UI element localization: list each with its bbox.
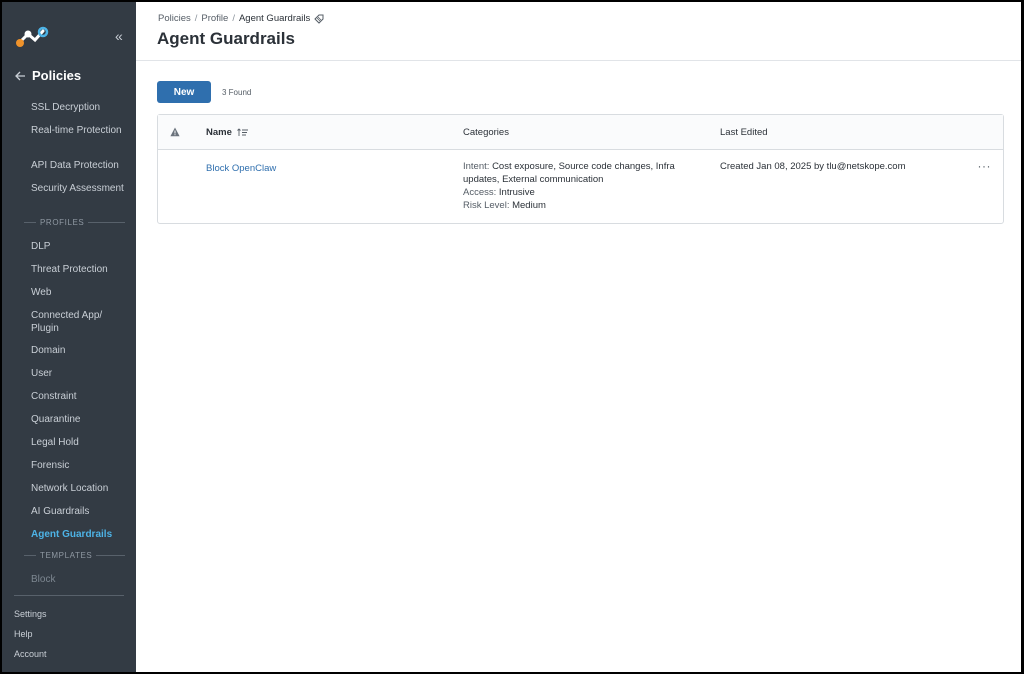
sidebar-account[interactable]: Account <box>14 649 47 659</box>
sidebar-item-connected-app-plugin[interactable]: Connected App/ Plugin <box>31 310 131 335</box>
sidebar-title: Policies <box>32 68 82 83</box>
new-button[interactable]: New <box>157 81 211 103</box>
templates-section-heading: TEMPLATES <box>24 551 125 560</box>
main-content: Policies / Profile / Agent Guardrails Ag… <box>136 2 1021 672</box>
netskope-logo[interactable] <box>15 26 49 48</box>
sidebar-item-block-template[interactable]: Block <box>31 574 131 587</box>
sidebar: « Policies SSL Decryption Real-time Prot… <box>2 2 136 672</box>
page-header: Policies / Profile / Agent Guardrails Ag… <box>136 2 1021 61</box>
table-header: Name Categories Last Edited <box>158 115 1003 150</box>
sidebar-item-agent-guardrails[interactable]: Agent Guardrails <box>31 529 131 542</box>
breadcrumb-current: Agent Guardrails <box>238 13 311 24</box>
sort-icon[interactable] <box>236 128 249 137</box>
column-name-header[interactable]: Name <box>206 127 249 138</box>
categories-cell: Intent: Cost exposure, Source code chang… <box>463 160 688 212</box>
column-last-edited-header: Last Edited <box>720 127 768 138</box>
collapse-sidebar-icon[interactable]: « <box>115 29 123 43</box>
tag-icon[interactable] <box>314 14 324 24</box>
arrow-left-icon <box>15 71 25 80</box>
app-window: « Policies SSL Decryption Real-time Prot… <box>2 2 1021 672</box>
breadcrumb-profile[interactable]: Profile <box>201 13 228 24</box>
sidebar-item-legal-hold[interactable]: Legal Hold <box>31 437 131 450</box>
column-categories-header: Categories <box>463 127 509 138</box>
warning-icon <box>170 127 180 137</box>
profiles-section-heading: PROFILES <box>24 218 125 227</box>
sidebar-item-ssl-decryption[interactable]: SSL Decryption <box>31 102 131 115</box>
policy-name-link[interactable]: Block OpenClaw <box>206 162 276 175</box>
risk-line: Risk Level: Medium <box>463 200 546 211</box>
access-line: Access: Intrusive <box>463 187 535 198</box>
sidebar-item-security-assessment[interactable]: Security Assessment <box>31 183 131 196</box>
results-count: 3 Found <box>222 88 252 97</box>
sidebar-item-quarantine[interactable]: Quarantine <box>31 414 131 427</box>
breadcrumb-policies[interactable]: Policies <box>158 13 191 24</box>
sidebar-item-constraint[interactable]: Constraint <box>31 391 131 404</box>
sidebar-help[interactable]: Help <box>14 629 33 639</box>
sidebar-item-user[interactable]: User <box>31 368 131 381</box>
sidebar-item-network-location[interactable]: Network Location <box>31 483 131 496</box>
breadcrumb: Policies / Profile / Agent Guardrails <box>158 13 324 24</box>
last-edited-cell: Created Jan 08, 2025 by tlu@netskope.com <box>720 161 906 172</box>
sidebar-item-ai-guardrails[interactable]: AI Guardrails <box>31 506 131 519</box>
sidebar-settings[interactable]: Settings <box>14 609 47 619</box>
sidebar-item-api-data-protection[interactable]: API Data Protection <box>31 160 131 173</box>
more-options-icon[interactable]: ··· <box>978 159 992 173</box>
sidebar-item-forensic[interactable]: Forensic <box>31 460 131 473</box>
sidebar-item-web[interactable]: Web <box>31 287 131 300</box>
sidebar-item-real-time-protection[interactable]: Real-time Protection <box>31 125 131 138</box>
page-title: Agent Guardrails <box>157 29 295 48</box>
sidebar-divider <box>14 595 124 596</box>
sidebar-item-threat-protection[interactable]: Threat Protection <box>31 264 131 277</box>
table-row: Block OpenClaw Intent: Cost exposure, So… <box>158 150 1003 223</box>
guardrails-table: Name Categories Last Edited Block OpenCl… <box>157 114 1004 224</box>
sidebar-item-domain[interactable]: Domain <box>31 345 131 358</box>
intent-line: Intent: Cost exposure, Source code chang… <box>463 161 675 185</box>
sidebar-item-dlp[interactable]: DLP <box>31 241 131 254</box>
back-to-policies[interactable]: Policies <box>14 68 81 83</box>
